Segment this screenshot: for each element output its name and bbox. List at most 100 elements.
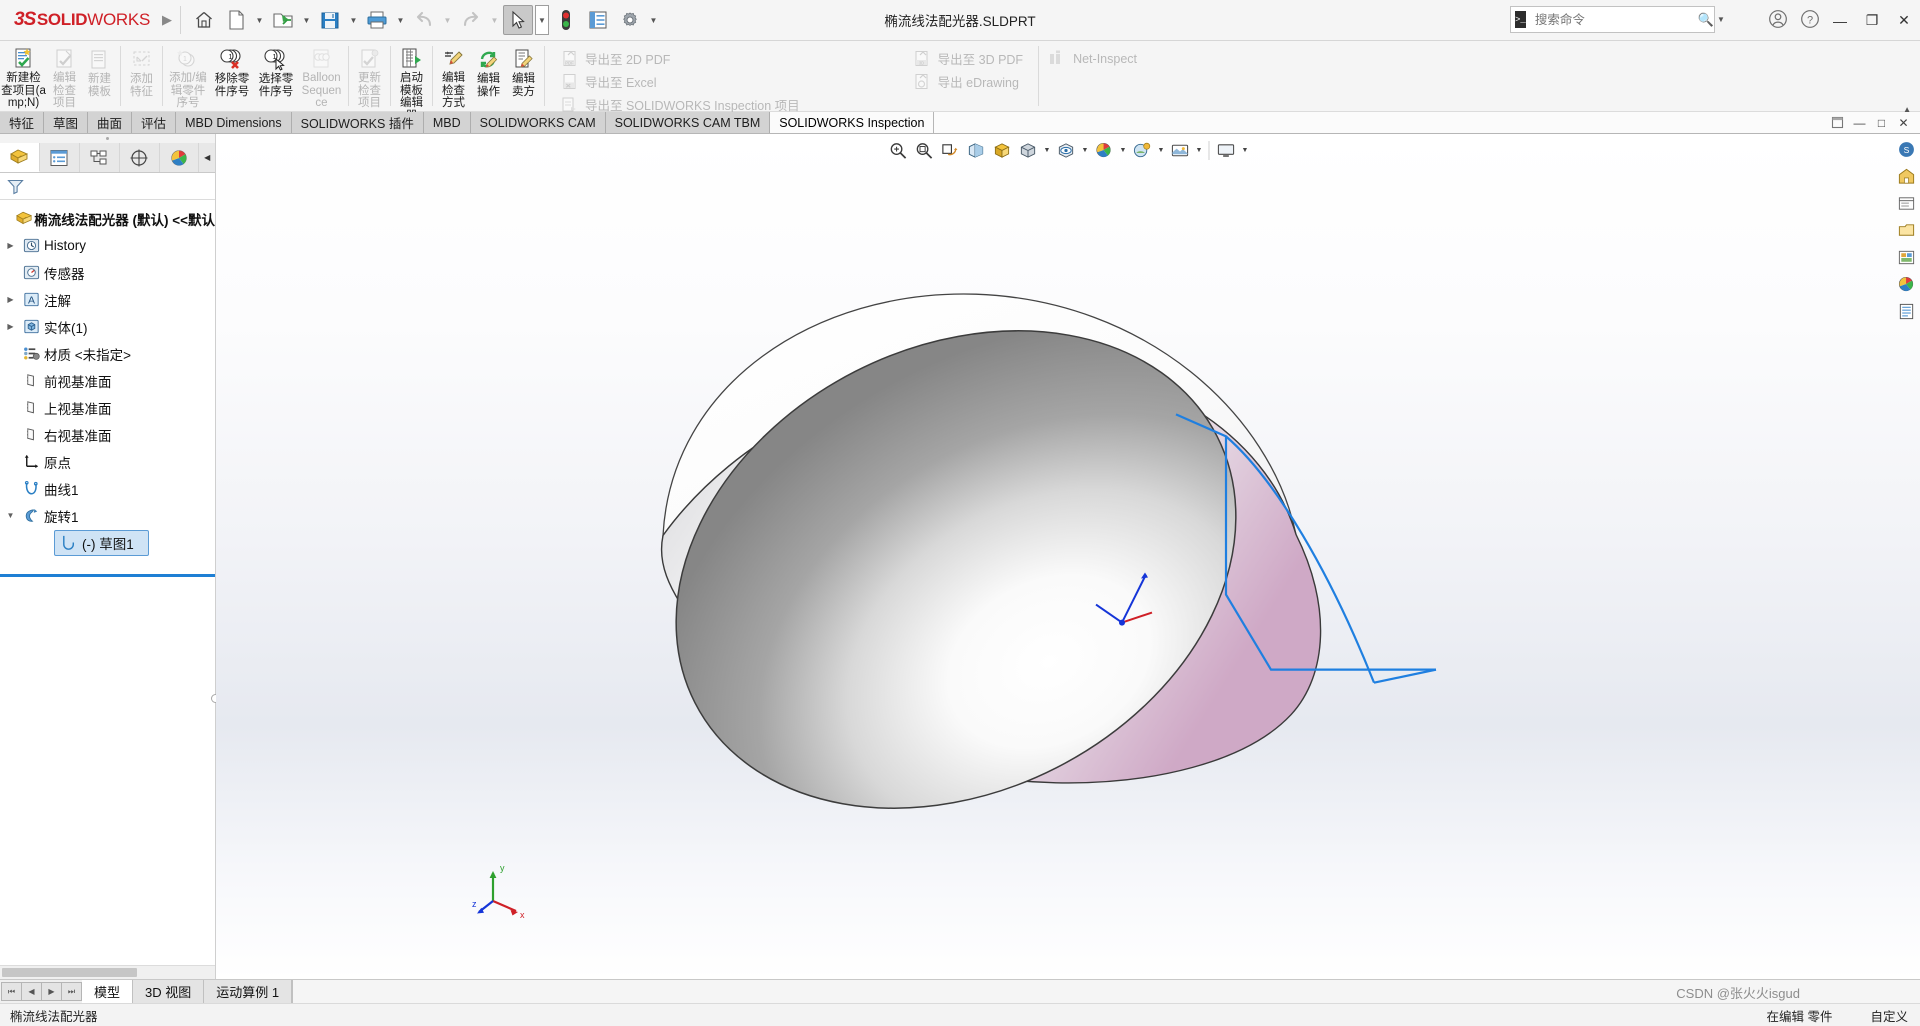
tree-expander[interactable]: ▶: [2, 322, 19, 331]
rebuild-button[interactable]: [551, 5, 581, 35]
search-command-box[interactable]: >_ 🔍 ▼: [1510, 6, 1725, 33]
viewport-layout-icon[interactable]: [1214, 138, 1239, 163]
tree-item-top-plane[interactable]: 上视基准面: [0, 394, 215, 421]
tree-item-sketch1[interactable]: (-) 草图1: [0, 529, 215, 556]
view-settings-dropdown[interactable]: ▼: [1194, 138, 1205, 163]
open-button[interactable]: [268, 5, 298, 35]
search-dropdown-icon[interactable]: ▼: [1717, 15, 1725, 24]
ribbon-select-balloon[interactable]: 1 选择零件序号: [254, 43, 298, 109]
export-excel-item[interactable]: 导出至 Excel: [554, 70, 809, 93]
previous-view-icon[interactable]: [938, 138, 963, 163]
close-doc-icon[interactable]: ✕: [1894, 113, 1913, 132]
property-manager-tab[interactable]: [39, 143, 80, 172]
bottom-tab-motion-study[interactable]: 运动算例 1: [204, 980, 293, 1003]
new-document-button[interactable]: [221, 5, 251, 35]
search-icon[interactable]: 🔍: [1698, 12, 1714, 28]
ribbon-add-feature[interactable]: 添加特征: [124, 43, 159, 109]
ribbon-add-edit-balloon[interactable]: 1 添加/编辑零件序号: [166, 43, 210, 109]
maximize-doc-icon[interactable]: □: [1872, 113, 1891, 132]
ribbon-edit-vendor[interactable]: 编辑卖方: [506, 43, 541, 109]
graphics-viewport[interactable]: ▼ ▼ ▼ ▼ ▼ ▼ S y x z: [216, 134, 1920, 979]
view-palette-icon[interactable]: [1893, 217, 1919, 243]
tree-item-revolve1[interactable]: ▼ 旋转1: [0, 502, 215, 529]
solidworks-resources-icon[interactable]: S: [1893, 136, 1919, 162]
display-style-icon[interactable]: [1016, 138, 1041, 163]
hide-show-dropdown[interactable]: ▼: [1080, 138, 1091, 163]
new-document-dropdown[interactable]: ▼: [253, 5, 266, 35]
section-view-icon[interactable]: [964, 138, 989, 163]
print-button[interactable]: [362, 5, 392, 35]
panel-splitter-handle[interactable]: [0, 134, 215, 143]
tab-surfaces[interactable]: 曲面: [88, 112, 133, 133]
undo-dropdown[interactable]: ▼: [441, 5, 454, 35]
display-style-dropdown[interactable]: ▼: [1042, 138, 1053, 163]
redo-button[interactable]: [456, 5, 486, 35]
zoom-to-fit-icon[interactable]: [886, 138, 911, 163]
tab-solidworks-cam[interactable]: SOLIDWORKS CAM: [470, 112, 606, 133]
tree-item-origin[interactable]: 原点: [0, 448, 215, 475]
net-inspect-item[interactable]: Net-Inspect: [1042, 47, 1146, 70]
export-edrawing-item[interactable]: 导出 eDrawing: [907, 70, 1032, 93]
save-button[interactable]: [315, 5, 345, 35]
hide-show-items-icon[interactable]: [1054, 138, 1079, 163]
view-orientation-icon[interactable]: [990, 138, 1015, 163]
dimxpert-manager-tab[interactable]: [119, 143, 160, 172]
design-library-icon[interactable]: [1893, 163, 1919, 189]
save-dropdown[interactable]: ▼: [347, 5, 360, 35]
tab-evaluate[interactable]: 评估: [132, 112, 177, 133]
minimize-button[interactable]: —: [1824, 0, 1856, 41]
tab-sketch[interactable]: 草图: [44, 112, 89, 133]
tab-nav-last[interactable]: ⏭: [61, 982, 82, 1001]
tab-nav-first[interactable]: ⏮: [1, 982, 22, 1001]
zoom-to-area-icon[interactable]: [912, 138, 937, 163]
tree-item-solid-bodies[interactable]: ▶ 实体(1): [0, 313, 215, 340]
options-panel-button[interactable]: [583, 5, 613, 35]
settings-dropdown[interactable]: ▼: [647, 5, 660, 35]
tree-item-front-plane[interactable]: 前视基准面: [0, 367, 215, 394]
appearances-scenes-icon[interactable]: [1893, 244, 1919, 270]
export-2d-pdf-item[interactable]: PDF 导出至 2D PDF: [554, 47, 809, 70]
apply-scene-icon[interactable]: [1130, 138, 1155, 163]
custom-properties-icon[interactable]: [1893, 271, 1919, 297]
tab-mbd[interactable]: MBD: [423, 112, 471, 133]
tab-solidworks-addins[interactable]: SOLIDWORKS 插件: [291, 112, 424, 133]
redo-dropdown[interactable]: ▼: [488, 5, 501, 35]
close-button[interactable]: ✕: [1888, 0, 1920, 41]
tab-solidworks-inspection[interactable]: SOLIDWORKS Inspection: [770, 112, 935, 133]
ribbon-edit-inspection-project[interactable]: 编辑检查项目: [47, 43, 82, 109]
home-button[interactable]: [189, 5, 219, 35]
feature-manager-tab[interactable]: [0, 143, 40, 172]
ribbon-edit-inspection-method[interactable]: 编辑检查方式: [436, 43, 471, 109]
tree-item-history[interactable]: ▶ History: [0, 232, 215, 259]
tree-expander[interactable]: ▼: [2, 511, 19, 520]
document-list-icon[interactable]: [1893, 298, 1919, 324]
tab-solidworks-cam-tbm[interactable]: SOLIDWORKS CAM TBM: [605, 112, 771, 133]
user-account-icon[interactable]: [1764, 5, 1792, 33]
viewport-layout-dropdown[interactable]: ▼: [1240, 138, 1251, 163]
tree-item-part-root[interactable]: 椭流线法配光器 (默认) <<默认: [0, 205, 215, 232]
ribbon-update-inspection[interactable]: 更新检查项目: [352, 43, 387, 109]
ribbon-launch-template-editor[interactable]: 启动模板编辑器: [394, 43, 429, 122]
open-dropdown[interactable]: ▼: [300, 5, 313, 35]
tree-item-right-plane[interactable]: 右视基准面: [0, 421, 215, 448]
file-explorer-icon[interactable]: [1893, 190, 1919, 216]
bottom-tab-model[interactable]: 模型: [82, 980, 134, 1003]
tree-expander[interactable]: ▶: [2, 295, 19, 304]
ribbon-balloon-sequence[interactable]: Balloon Sequence: [298, 43, 345, 109]
settings-gear-button[interactable]: [615, 5, 645, 35]
menu-expand-arrow-icon[interactable]: ▶: [162, 12, 172, 28]
ribbon-edit-operation[interactable]: 编辑操作: [471, 43, 506, 109]
tab-nav-next[interactable]: ▶: [41, 982, 62, 1001]
select-dropdown[interactable]: ▼: [535, 5, 549, 35]
scene-dropdown[interactable]: ▼: [1156, 138, 1167, 163]
tab-features[interactable]: 特征: [0, 112, 45, 133]
minimize-doc-icon[interactable]: —: [1850, 113, 1869, 132]
appearance-dropdown[interactable]: ▼: [1118, 138, 1129, 163]
edit-appearance-icon[interactable]: [1092, 138, 1117, 163]
tab-nav-prev[interactable]: ◀: [21, 982, 42, 1001]
ribbon-new-template[interactable]: 新建模板: [82, 43, 117, 109]
tree-item-material[interactable]: 材质 <未指定>: [0, 340, 215, 367]
undo-button[interactable]: [409, 5, 439, 35]
tab-mbd-dimensions[interactable]: MBD Dimensions: [176, 112, 292, 133]
maximize-button[interactable]: ❐: [1856, 0, 1888, 41]
